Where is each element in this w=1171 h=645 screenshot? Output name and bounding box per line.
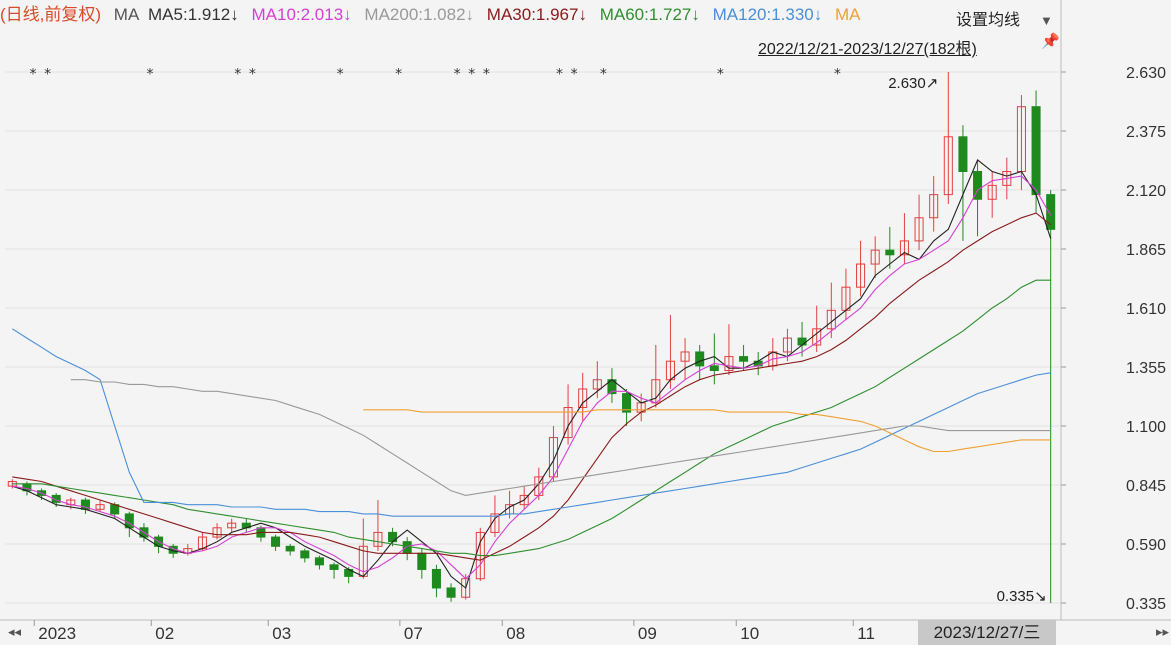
event-marker: ⁎ — [146, 62, 153, 78]
y-tick-label: 0.845 — [1126, 478, 1166, 495]
x-tick-label: 02 — [155, 624, 174, 643]
ma-line-ma10 — [12, 175, 1052, 580]
event-marker: ⁎ — [234, 62, 241, 78]
candle-body — [797, 337, 807, 346]
y-tick-label: 1.100 — [1126, 419, 1166, 436]
event-marker: ⁎ — [468, 62, 475, 78]
x-tick-label: 07 — [404, 624, 423, 643]
candle-body — [329, 564, 339, 570]
event-marker: ⁎ — [834, 62, 841, 78]
candle-body — [695, 351, 705, 367]
event-marker: ⁎ — [600, 62, 607, 78]
candle-body — [431, 568, 441, 589]
candle-body — [285, 545, 295, 552]
event-marker: ⁎ — [29, 62, 36, 78]
event-marker: ⁎ — [395, 62, 402, 78]
x-tick-label: 08 — [506, 624, 525, 643]
scroll-left-button[interactable]: ◂◂ — [8, 624, 21, 640]
candle-body — [885, 249, 895, 256]
x-tick-label: 10 — [740, 624, 759, 643]
candle-body — [739, 356, 749, 362]
candle-body — [402, 541, 412, 554]
event-marker: ⁎ — [556, 62, 563, 78]
grid — [0, 0, 1171, 621]
scroll-right-button[interactable]: ▸▸ — [1156, 624, 1169, 640]
event-markers: ⁎ ⁎ ⁎ ⁎ ⁎ ⁎ ⁎ ⁎ ⁎ ⁎ ⁎ ⁎ ⁎ ⁎ ⁎ — [29, 62, 840, 78]
y-tick-label: 0.335 — [1126, 596, 1166, 613]
candle-body — [314, 557, 324, 566]
candle-body — [271, 536, 281, 547]
ma-line-ma120 — [12, 328, 1051, 517]
event-marker: ⁎ — [483, 62, 490, 78]
candle-body — [1031, 106, 1041, 196]
event-marker: ⁎ — [454, 62, 461, 78]
candle-body — [753, 360, 763, 367]
candle-body — [446, 587, 456, 598]
candle-body — [417, 552, 427, 570]
y-tick-label: 1.355 — [1126, 360, 1166, 377]
y-tick-label: 2.630 — [1126, 65, 1166, 82]
y-tick-label: 1.610 — [1126, 301, 1166, 318]
event-marker: ⁎ — [249, 62, 256, 78]
cursor-date-label: 2023/12/27/三 — [918, 620, 1056, 645]
y-axis: 2.630 2.375 2.120 1.865 1.610 1.355 1.100 0.845… — [1061, 65, 1166, 613]
y-tick-label: 2.375 — [1126, 124, 1166, 141]
x-axis: 2023 02 03 07 08 09 10 11 — [33, 620, 875, 643]
x-tick-label: 11 — [857, 624, 875, 643]
event-marker: ⁎ — [571, 62, 578, 78]
candle-body — [388, 531, 398, 543]
ma-line-ma60 — [12, 279, 1051, 557]
y-tick-label: 0.590 — [1126, 537, 1166, 554]
event-marker: ⁎ — [44, 62, 51, 78]
candle-body — [958, 136, 968, 172]
ma-line-ma200 — [70, 379, 1051, 496]
y-tick-label: 2.120 — [1126, 183, 1166, 200]
x-tick-label: 09 — [638, 624, 657, 643]
event-marker: ⁎ — [717, 62, 724, 78]
y-tick-label: 1.865 — [1126, 242, 1166, 259]
candles — [7, 72, 1056, 603]
candlestick-chart[interactable]: ⁎ ⁎ ⁎ ⁎ ⁎ ⁎ ⁎ ⁎ ⁎ ⁎ ⁎ ⁎ ⁎ ⁎ ⁎ 2.630 2.375 2.120 1.865 1.61… — [0, 0, 1171, 645]
max-price-label: 2.630↗ — [888, 75, 938, 92]
event-marker: ⁎ — [337, 62, 344, 78]
chart-panel: { "header": { "mode": "(日线,前复权)", "ma_la… — [0, 0, 1171, 645]
x-tick-label: 03 — [272, 624, 291, 643]
candle-body — [300, 550, 310, 559]
min-price-label: 0.335↘ — [997, 588, 1047, 605]
candle-body — [709, 365, 719, 371]
ma-lines — [12, 159, 1052, 589]
x-tick-label: 2023 — [38, 624, 76, 643]
